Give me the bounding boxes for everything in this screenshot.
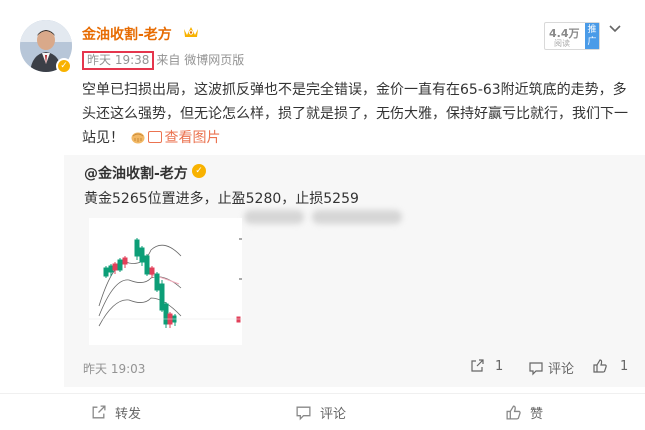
repost-like-button[interactable]: 1 — [592, 358, 628, 374]
repost-comment-button[interactable]: 评论 — [528, 358, 574, 377]
comment-label: 评论 — [320, 407, 347, 422]
thumbs-up-icon — [593, 359, 607, 373]
post-meta: 昨天 19:38 来自 微博网页版 — [82, 51, 244, 70]
crown-icon — [184, 27, 198, 37]
post-action-bar: 转发 评论 赞 — [0, 393, 645, 430]
repost-label: 转发 — [115, 407, 142, 422]
share-icon — [471, 359, 484, 372]
repost-author[interactable]: @金油收割-老方 — [84, 163, 188, 183]
read-count-badge: 4.4万 阅读 推广 — [544, 22, 600, 50]
repost-verified-icon: ✓ — [192, 164, 206, 178]
fist-emoji-icon — [131, 132, 145, 144]
chevron-down-icon[interactable] — [608, 22, 622, 36]
author-name[interactable]: 金油收割-老方 — [82, 24, 172, 44]
repost-like-count: 1 — [620, 358, 629, 374]
comment-icon — [529, 361, 543, 375]
post-time[interactable]: 昨天 19:38 — [82, 51, 155, 70]
repost-button[interactable]: 转发 — [90, 403, 141, 422]
post-source: 来自 微博网页版 — [156, 53, 245, 67]
like-button[interactable]: 赞 — [505, 403, 543, 422]
blurred-text — [312, 210, 402, 224]
comment-icon — [296, 406, 311, 421]
like-label: 赞 — [530, 407, 544, 422]
blurred-text — [244, 210, 304, 224]
post-text: 空单已扫损出局，这波抓反弹也不是完全错误，金价一直有在65-63附近筑底的走势，… — [82, 78, 630, 150]
verified-badge-icon: ✓ — [56, 58, 72, 74]
reposted-content: @金油收割-老方 ✓ 黄金5265位置进多，止盈5280，止损5259 昨天 1… — [64, 155, 645, 387]
read-count-label: 阅读 — [554, 39, 570, 48]
repost-share-count: 1 — [495, 358, 504, 374]
view-image-label: 查看图片 — [164, 130, 221, 146]
weibo-post-card: ✓ 金油收割-老方 昨天 19:38 来自 微博网页版 4.4万 阅读 推广 空单… — [0, 0, 645, 430]
repost-comment-label: 评论 — [548, 362, 575, 377]
thumbs-up-icon — [506, 405, 521, 420]
comment-button[interactable]: 评论 — [295, 403, 346, 422]
view-image-link[interactable]: 查看图片 — [148, 130, 220, 146]
image-icon — [148, 131, 163, 143]
promo-tag[interactable]: 推广 — [585, 23, 599, 49]
repost-time[interactable]: 昨天 19:03 — [83, 360, 145, 377]
repost-icon — [92, 405, 106, 419]
candlestick-chart-image[interactable] — [89, 218, 242, 345]
repost-text: 黄金5265位置进多，止盈5280，止损5259 — [84, 191, 359, 207]
repost-share-button[interactable]: 1 — [469, 358, 503, 374]
